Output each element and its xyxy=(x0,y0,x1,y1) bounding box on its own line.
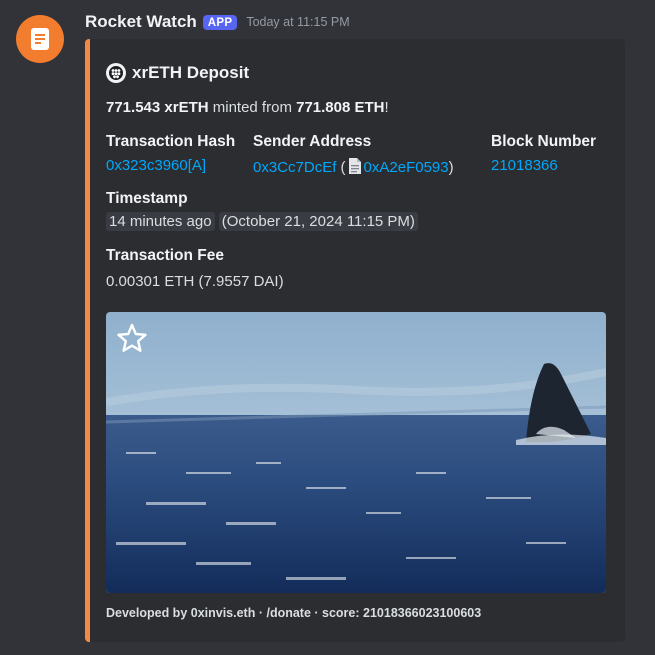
embed-card: xrETH Deposit 771.543 xrETH minted from … xyxy=(85,39,625,642)
field-name-tx-hash: Transaction Hash xyxy=(106,133,236,150)
field-name-sender: Sender Address xyxy=(253,133,372,150)
timestamp-value: 14 minutes ago (October 21, 2024 11:15 P… xyxy=(106,212,418,231)
message-timestamp[interactable]: Today at 11:15 PM xyxy=(246,15,349,29)
desc-middle: minted from xyxy=(208,99,297,116)
contract-address-link[interactable]: 0xA2eF0593 xyxy=(364,159,449,176)
embed-footer: Developed by 0xinvis.eth · /donate · sco… xyxy=(106,606,482,620)
embed-title: xrETH Deposit xyxy=(106,63,249,83)
embed-gif[interactable] xyxy=(106,312,606,593)
tx-hash-link[interactable]: 0x323c3960[A] xyxy=(106,157,206,174)
app-badge: APP xyxy=(202,14,238,30)
amount-source: 771.808 ETH xyxy=(296,99,385,116)
favorite-star-icon[interactable] xyxy=(116,322,148,354)
whale-breach-image xyxy=(106,312,606,593)
embed-title-text: xrETH Deposit xyxy=(132,63,250,82)
username[interactable]: Rocket Watch xyxy=(85,12,197,32)
timestamp-absolute[interactable]: (October 21, 2024 11:15 PM) xyxy=(218,212,418,231)
desc-end: ! xyxy=(384,99,389,116)
embed-description: 771.543 xrETH minted from 771.808 ETH! xyxy=(106,99,389,116)
timestamp-absolute-text: October 21, 2024 11:15 PM xyxy=(226,213,410,230)
block-number-link[interactable]: 21018366 xyxy=(491,157,558,174)
fee-value: 0.00301 ETH (7.9557 DAI) xyxy=(106,273,284,290)
field-name-fee: Transaction Fee xyxy=(106,247,225,264)
sender-close-paren: ) xyxy=(448,159,454,176)
sender-open-paren: ( xyxy=(336,159,346,176)
contract-file-icon xyxy=(348,158,361,174)
bot-avatar[interactable] xyxy=(16,15,64,63)
field-name-block: Block Number xyxy=(491,133,597,150)
timestamp-relative[interactable]: 14 minutes ago xyxy=(106,212,215,231)
sender-address-link[interactable]: 0x3Cc7DcEf xyxy=(253,159,336,176)
rocketpool-icon xyxy=(106,63,126,83)
field-name-timestamp: Timestamp xyxy=(106,190,188,207)
sender-value: 0x3Cc7DcEf (0xA2eF0593) xyxy=(253,157,454,176)
message-header: Rocket Watch APP Today at 11:15 PM xyxy=(85,12,350,32)
document-icon xyxy=(31,28,49,50)
amount-minted: 771.543 xrETH xyxy=(106,99,209,116)
